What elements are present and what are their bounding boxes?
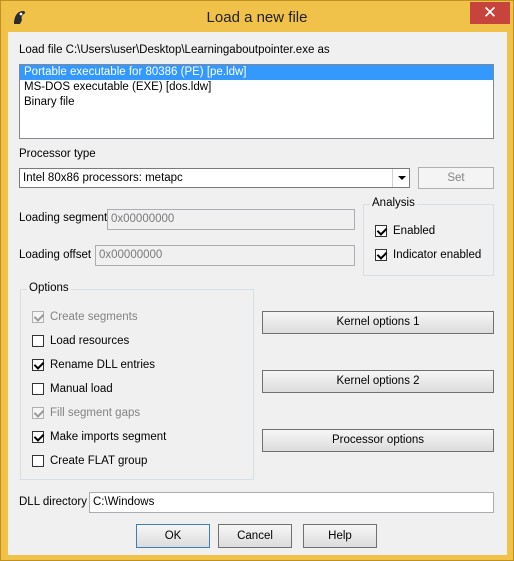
loading-segment-label: Loading segment: [19, 212, 108, 224]
checkbox-icon[interactable]: [32, 455, 44, 467]
processor-type-select[interactable]: Intel 80x86 processors: metapc: [19, 168, 410, 188]
loader-list-item-binary[interactable]: Binary file: [20, 95, 493, 110]
checkbox-icon[interactable]: [32, 335, 44, 347]
create-flat-group-label: Create FLAT group: [50, 455, 148, 467]
dialog-body: Load file C:\Users\user\Desktop\Learning…: [8, 32, 507, 555]
close-button[interactable]: ✕: [470, 2, 510, 24]
window-title: Load a new file: [206, 9, 308, 26]
loading-offset-label: Loading offset: [19, 249, 92, 261]
analysis-enabled-label: Enabled: [393, 225, 436, 237]
checkbox-icon[interactable]: [32, 383, 44, 395]
loader-list-item-dos[interactable]: MS-DOS executable (EXE) [dos.ldw]: [20, 80, 493, 95]
analysis-legend: Analysis: [370, 197, 417, 209]
ok-button[interactable]: OK: [136, 524, 210, 548]
checkbox-icon[interactable]: [375, 249, 387, 261]
loader-list-item-pe[interactable]: Portable executable for 80386 (PE) [pe.l…: [20, 65, 493, 80]
make-imports-segment-label: Make imports segment: [50, 431, 167, 443]
loading-segment-field[interactable]: 0x00000000: [107, 209, 355, 230]
dll-directory-label: DLL directory: [19, 496, 87, 508]
checkbox-icon[interactable]: [32, 311, 44, 323]
rename-dll-entries-label: Rename DLL entries: [50, 359, 156, 371]
processor-type-value: Intel 80x86 processors: metapc: [23, 172, 183, 184]
processor-type-label: Processor type: [19, 148, 96, 160]
checkbox-icon[interactable]: [32, 359, 44, 371]
checkbox-icon[interactable]: [375, 225, 387, 237]
manual-load-label: Manual load: [50, 383, 113, 395]
dll-directory-field[interactable]: C:\Windows: [89, 492, 494, 513]
loading-offset-field[interactable]: 0x00000000: [95, 245, 355, 266]
title-bar[interactable]: Load a new file ✕: [1, 1, 513, 32]
load-file-label: Load file C:\Users\user\Desktop\Learning…: [19, 44, 330, 56]
analysis-group: Analysis Enabled Indicator enabled: [363, 197, 494, 276]
options-legend: Options: [27, 282, 71, 294]
options-group: Options Create segments Load resources R…: [20, 282, 254, 480]
checkbox-icon[interactable]: [32, 407, 44, 419]
dialog-window: Load a new file ✕ Load file C:\Users\use…: [0, 0, 514, 561]
chevron-down-icon[interactable]: [392, 169, 409, 187]
set-button[interactable]: Set: [418, 167, 494, 189]
kernel-options-2-button[interactable]: Kernel options 2: [262, 370, 494, 393]
checkbox-icon[interactable]: [32, 431, 44, 443]
processor-options-button[interactable]: Processor options: [262, 429, 494, 452]
fill-segment-gaps-label: Fill segment gaps: [50, 407, 141, 419]
kernel-options-1-button[interactable]: Kernel options 1: [262, 311, 494, 334]
load-resources-label: Load resources: [50, 335, 130, 347]
indicator-enabled-label: Indicator enabled: [393, 249, 482, 261]
cancel-button[interactable]: Cancel: [218, 524, 292, 548]
create-segments-label: Create segments: [50, 311, 138, 323]
loader-list[interactable]: Portable executable for 80386 (PE) [pe.l…: [19, 64, 494, 139]
help-button[interactable]: Help: [303, 524, 377, 548]
